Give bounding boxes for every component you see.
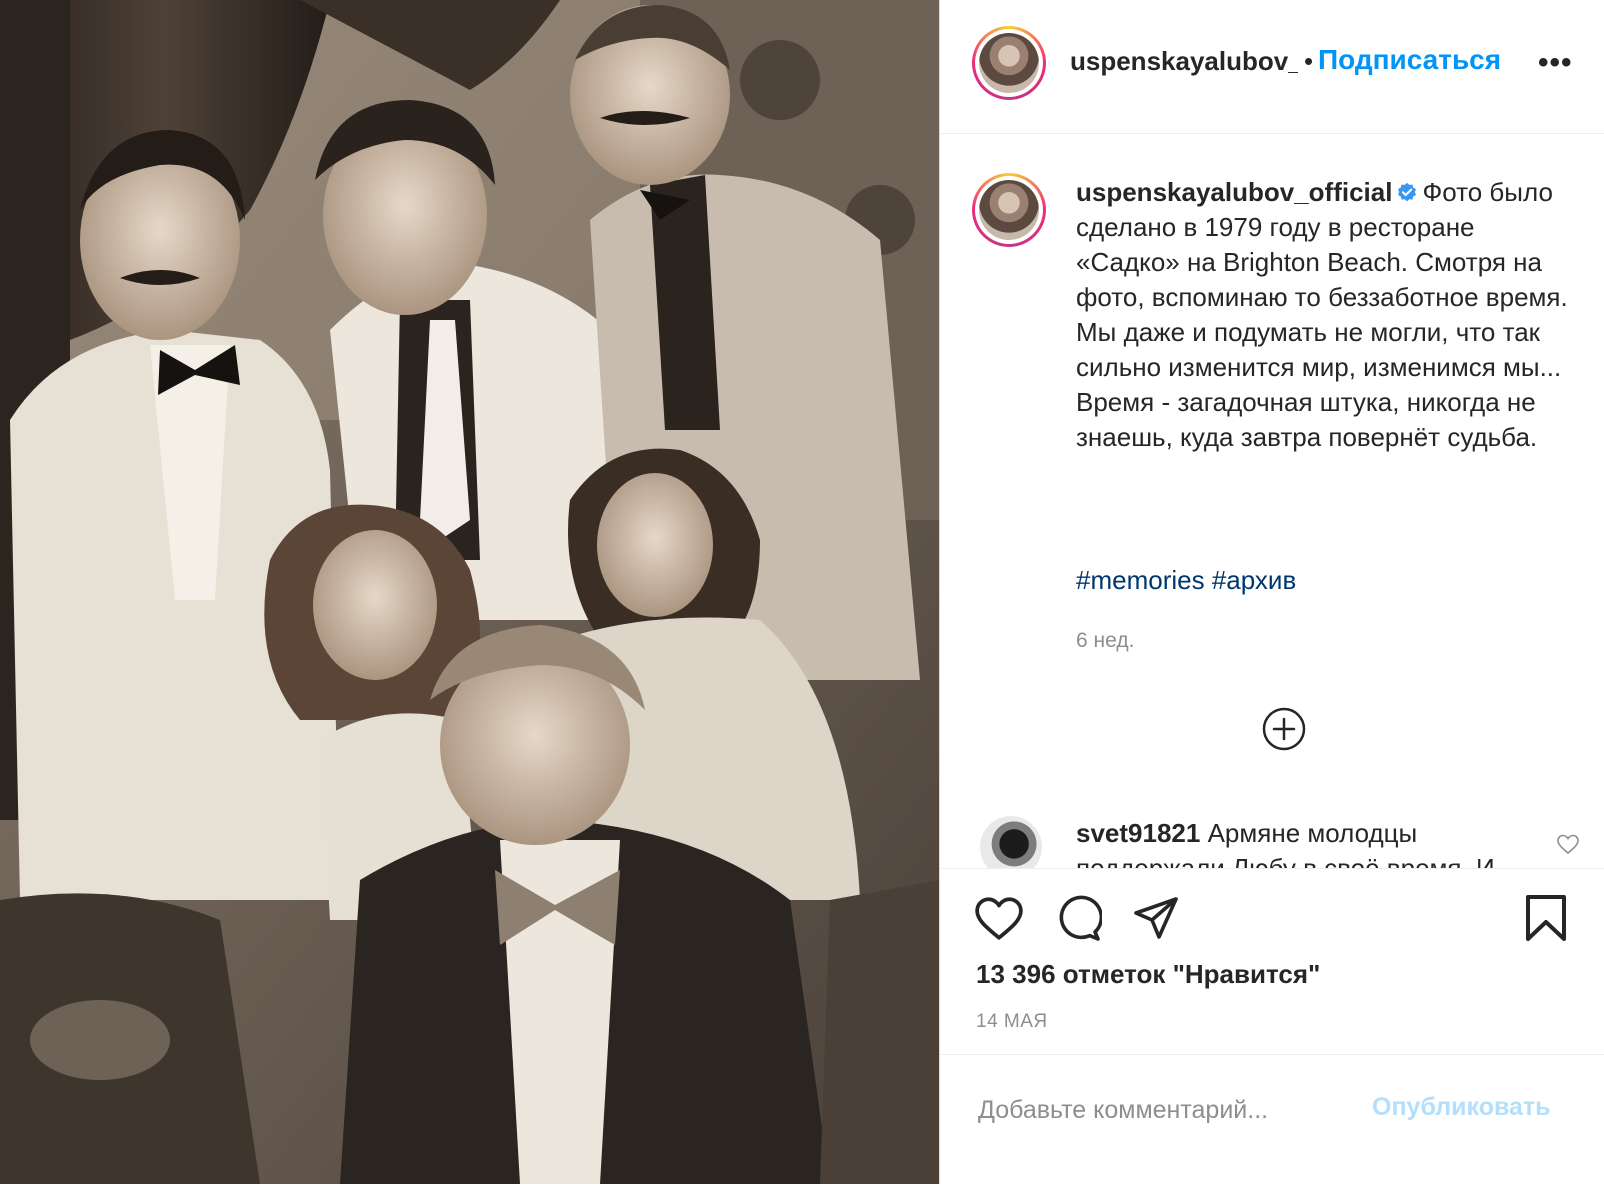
comment-avatar[interactable] — [980, 816, 1042, 868]
comment-content: svet91821 Армяне молодцы поддержали Любу… — [1076, 816, 1546, 868]
comment-username[interactable]: svet91821 — [1076, 818, 1200, 848]
follow-button[interactable]: Подписаться — [1318, 44, 1501, 76]
comment-bubble-icon[interactable] — [1054, 895, 1102, 943]
instagram-post-modal: uspenskayalubov_official • Подписаться •… — [0, 0, 1604, 1184]
post-header: uspenskayalubov_official • Подписаться •… — [940, 0, 1604, 134]
plus-circle-icon[interactable] — [1262, 707, 1306, 751]
caption-text: Фото было сделано в 1979 году в ресторан… — [1076, 177, 1568, 452]
ellipsis-icon[interactable]: ••• — [1538, 48, 1573, 78]
header-username[interactable]: uspenskayalubov_official — [1070, 46, 1298, 77]
hashtag-link[interactable]: #архив — [1212, 565, 1296, 595]
comments-section[interactable]: uspenskayalubov_official Фото было сделан… — [940, 133, 1604, 868]
verified-badge-icon — [1398, 182, 1417, 202]
comment-item: svet91821 Армяне молодцы поддержали Любу… — [940, 806, 1604, 868]
profile-avatar[interactable] — [972, 26, 1046, 100]
caption-avatar[interactable] — [972, 173, 1046, 247]
heart-outline-icon[interactable] — [974, 895, 1024, 941]
caption-time-ago: 6 нед. — [1076, 629, 1135, 652]
heart-outline-icon[interactable] — [1556, 832, 1580, 856]
paper-plane-icon[interactable] — [1132, 895, 1180, 941]
post-actions: 13 396 отметок "Нравится" 14 МАЯ — [940, 868, 1604, 1081]
caption-username[interactable]: uspenskayalubov_official — [1076, 177, 1392, 207]
caption-hashtags: #memories #архив — [1076, 565, 1296, 596]
post-date: 14 МАЯ — [976, 1011, 1048, 1032]
vintage-group-photo — [0, 0, 939, 1184]
publish-button[interactable]: Опубликовать — [1372, 1093, 1551, 1122]
post-side-panel: uspenskayalubov_official • Подписаться •… — [940, 0, 1604, 1184]
comment-input[interactable] — [976, 1087, 1380, 1133]
header-separator: • — [1304, 46, 1314, 76]
bookmark-icon[interactable] — [1524, 893, 1568, 943]
post-photo[interactable] — [0, 0, 940, 1184]
post-caption: uspenskayalubov_official Фото было сделан… — [1076, 175, 1568, 455]
add-comment-bar: Опубликовать — [940, 1054, 1604, 1185]
hashtag-link[interactable]: #memories — [1076, 565, 1205, 595]
likes-count[interactable]: 13 396 отметок "Нравится" — [976, 959, 1320, 990]
